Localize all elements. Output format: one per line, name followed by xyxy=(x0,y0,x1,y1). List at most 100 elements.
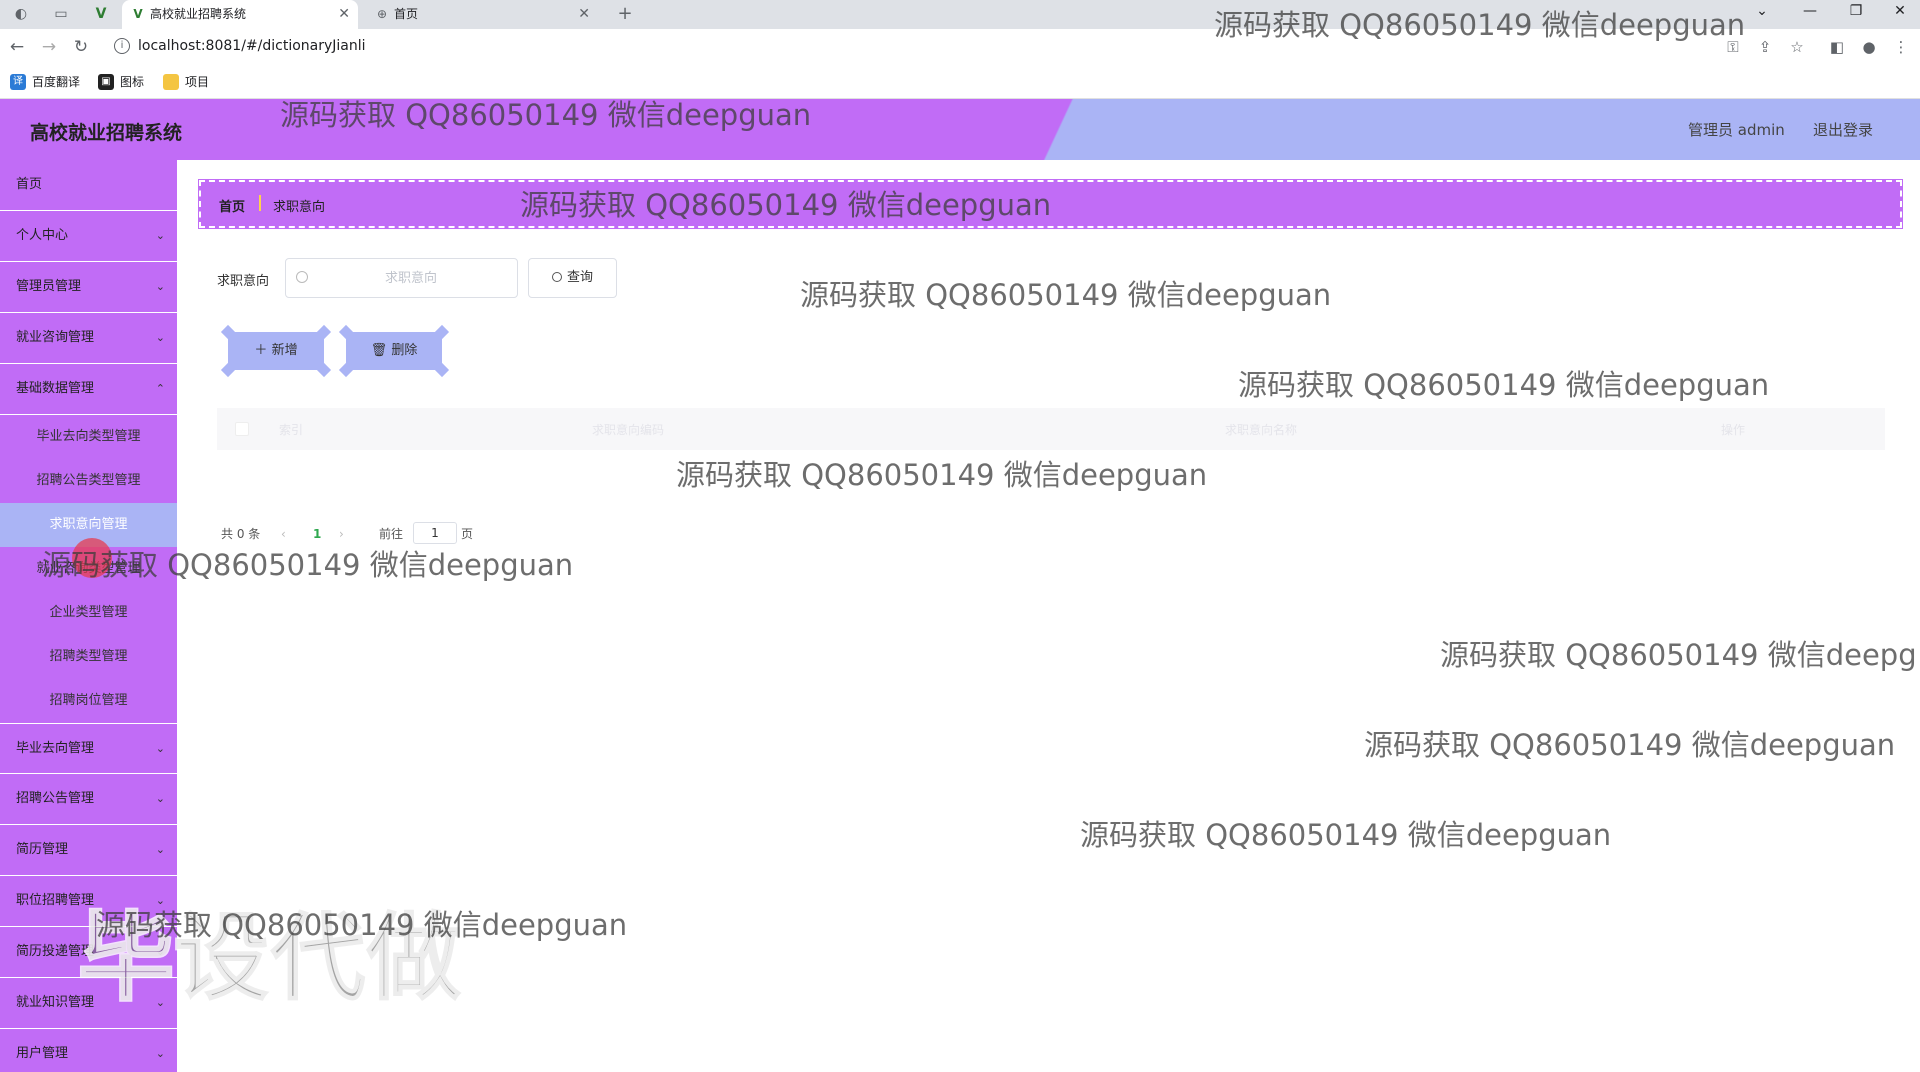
bookmark-label: 图标 xyxy=(120,75,145,89)
trash-icon: 🗑 xyxy=(370,343,392,358)
close-icon[interactable]: ✕ xyxy=(338,0,350,29)
sidebar-item-basic-data[interactable]: 基础数据管理 ⌃ xyxy=(0,364,177,415)
browser-menu-icon[interactable]: ◐ xyxy=(10,3,32,25)
address-bar: ← → ↻ i localhost:8081/#/dictionaryJianl… xyxy=(0,29,1920,65)
sidebar: 首页 个人中心 ⌄ 管理员管理 ⌄ 就业咨询管理 ⌄ 基础数据管理 ⌃ 毕业去向… xyxy=(0,160,177,1072)
sidebar-item-label: 毕业去向管理 xyxy=(16,741,95,756)
sidebar-item-announcement[interactable]: 招聘公告管理 ⌄ xyxy=(0,774,177,825)
sidebar-item-label: 基础数据管理 xyxy=(16,381,95,396)
select-all-checkbox[interactable] xyxy=(235,422,249,436)
breadcrumb-separator xyxy=(259,195,261,211)
chevron-down-icon: ⌄ xyxy=(155,331,165,344)
sidebar-item-jobs[interactable]: 职位招聘管理 ⌄ xyxy=(0,876,177,927)
sidebar-item-label: 就业咨询管理 xyxy=(16,330,95,345)
page-number[interactable]: 1 xyxy=(313,524,321,544)
star-icon[interactable]: ☆ xyxy=(1786,36,1808,58)
sidebar-item-consult[interactable]: 就业咨询管理 ⌄ xyxy=(0,313,177,364)
close-window-icon[interactable]: ✕ xyxy=(1880,0,1920,29)
sidebar-item-admins[interactable]: 管理员管理 ⌄ xyxy=(0,262,177,313)
chevron-down-icon: ⌄ xyxy=(155,229,165,242)
sidebar-item-users[interactable]: 用户管理 ⌄ xyxy=(0,1029,177,1072)
info-icon[interactable]: i xyxy=(114,38,130,54)
delete-button-label: 删除 xyxy=(391,343,418,358)
app-title: 高校就业招聘系统 xyxy=(30,122,183,144)
sidebar-item-graduation[interactable]: 毕业去向管理 ⌄ xyxy=(0,723,177,774)
sidebar-item-home[interactable]: 首页 xyxy=(0,160,177,211)
bookmark-icons[interactable]: ▣ 图标 xyxy=(98,73,144,91)
forward-icon[interactable]: → xyxy=(38,36,60,58)
delete-button[interactable]: 🗑 删除 xyxy=(338,324,450,378)
sidebar-item-label: 用户管理 xyxy=(16,1046,69,1061)
search-input[interactable] xyxy=(316,267,506,289)
add-button[interactable]: ＋ 新增 xyxy=(220,324,332,378)
corner-deco xyxy=(434,324,450,340)
chevron-down-icon: ⌄ xyxy=(155,280,165,293)
tab-active[interactable]: V 高校就业招聘系统 ✕ xyxy=(122,0,358,29)
goto-suffix: 页 xyxy=(461,527,474,541)
sidebar-sub-item[interactable]: 企业类型管理 xyxy=(0,591,177,635)
sidepanel-icon[interactable]: ◧ xyxy=(1826,36,1848,58)
chevron-down-icon: ⌄ xyxy=(155,792,165,805)
prev-page-icon[interactable]: ‹ xyxy=(281,524,286,544)
watermark: 源码获取 QQ86050149 微信deepguan xyxy=(1238,368,1770,402)
sidebar-sub-item[interactable]: 招聘类型管理 xyxy=(0,635,177,679)
sidebar-item-label: 个人中心 xyxy=(16,228,69,243)
url-field[interactable]: localhost:8081/#/dictionaryJianli xyxy=(138,38,366,54)
bookmarks-bar: 译 百度翻译 ▣ 图标 项目 xyxy=(0,65,1920,99)
close-icon[interactable]: ✕ xyxy=(578,0,590,29)
vue-favicon-icon: V xyxy=(133,7,143,21)
sidebar-sub-item[interactable]: 招聘岗位管理 xyxy=(0,679,177,723)
admin-label: 管理员 admin xyxy=(1688,121,1785,139)
plus-icon: ＋ xyxy=(254,343,272,358)
corner-deco xyxy=(338,324,354,340)
sidebar-sub-item[interactable]: 招聘公告类型管理 xyxy=(0,459,177,503)
chevron-up-icon: ⌃ xyxy=(155,382,165,395)
sidebar-item-resume[interactable]: 简历管理 ⌄ xyxy=(0,825,177,876)
total-count: 共 0 条 xyxy=(221,527,261,541)
chevron-down-icon: ⌄ xyxy=(155,894,165,907)
key-icon[interactable]: ⚿ xyxy=(1722,36,1744,58)
chevron-down-icon: ⌄ xyxy=(155,843,165,856)
app-header: 高校就业招聘系统 管理员 admin 退出登录 xyxy=(0,99,1920,160)
chevron-down-icon: ⌄ xyxy=(155,996,165,1009)
image-icon: ▣ xyxy=(98,74,114,90)
search-icon xyxy=(551,272,562,282)
minimize-icon[interactable]: — xyxy=(1790,0,1830,29)
browser-tab-bar: ◐ ▭ V V 高校就业招聘系统 ✕ ⊕ 首页 ✕ + ⌄ — ❐ ✕ xyxy=(0,0,1920,29)
sidebar-item-label: 简历管理 xyxy=(16,842,69,857)
next-page-icon[interactable]: › xyxy=(339,524,344,544)
chevron-down-icon: ⌄ xyxy=(155,1047,165,1060)
sidebar-item-knowledge[interactable]: 就业知识管理 ⌄ xyxy=(0,978,177,1029)
reload-icon[interactable]: ↻ xyxy=(70,36,92,58)
sidebar-item-label: 首页 xyxy=(16,177,43,192)
bookmark-translate[interactable]: 译 百度翻译 xyxy=(10,73,80,91)
bookmark-project[interactable]: 项目 xyxy=(163,73,209,91)
restore-icon[interactable]: ❐ xyxy=(1836,0,1876,29)
chevron-down-icon[interactable]: ⌄ xyxy=(1742,0,1782,29)
sidebar-item-label: 简历投递管理 xyxy=(16,944,95,959)
cursor-highlight xyxy=(72,538,112,578)
tab-group-icon[interactable]: ▭ xyxy=(50,3,72,25)
sidebar-item-personal[interactable]: 个人中心 ⌄ xyxy=(0,211,177,262)
new-tab-button[interactable]: + xyxy=(614,3,636,25)
sidebar-item-delivery[interactable]: 简历投递管理 ⌄ xyxy=(0,927,177,978)
breadcrumb-home[interactable]: 首页 xyxy=(219,196,245,215)
query-button[interactable]: 查询 xyxy=(528,258,617,298)
more-icon[interactable]: ⋮ xyxy=(1890,36,1912,58)
search-label: 求职意向 xyxy=(217,274,270,289)
page-jump-input[interactable]: 1 xyxy=(413,522,457,544)
back-icon[interactable]: ← xyxy=(6,36,28,58)
sidebar-sub-item[interactable]: 毕业去向类型管理 xyxy=(0,415,177,459)
watermark: 源码获取 QQ86050149 微信deepguan xyxy=(1364,728,1896,762)
logout-link[interactable]: 退出登录 xyxy=(1813,119,1873,140)
share-icon[interactable]: ⇪ xyxy=(1754,36,1776,58)
sidebar-item-label: 管理员管理 xyxy=(16,279,82,294)
chevron-down-icon: ⌄ xyxy=(155,742,165,755)
tab-home[interactable]: ⊕ 首页 ✕ xyxy=(366,0,598,29)
column-header: 索引 xyxy=(279,423,304,437)
bookmark-label: 项目 xyxy=(185,75,210,89)
column-header: 求职意向名称 xyxy=(1225,423,1298,437)
profile-icon[interactable]: ● xyxy=(1858,36,1880,58)
tab-title: 首页 xyxy=(394,7,419,21)
vue-logo-icon[interactable]: V xyxy=(90,3,112,25)
